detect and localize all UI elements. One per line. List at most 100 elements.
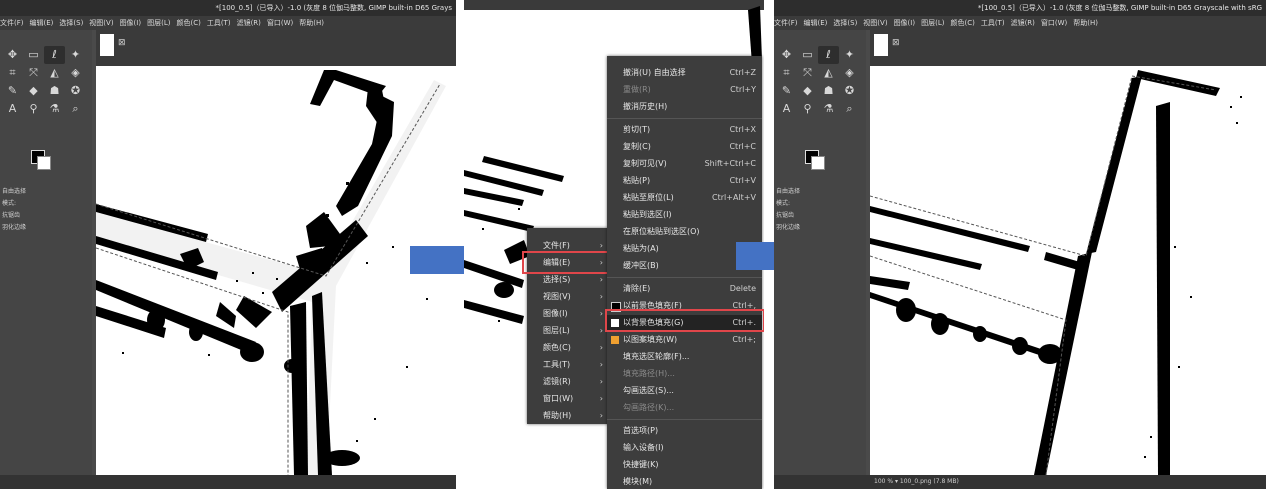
smudge-icon[interactable]: ☗	[818, 82, 839, 100]
main-menu-help[interactable]: 帮助(H) ›	[527, 408, 609, 424]
image-canvas[interactable]	[870, 66, 1266, 475]
copy-item[interactable]: 复制(C) Ctrl+C	[607, 139, 762, 155]
menu-file[interactable]: 文件(F)	[0, 19, 24, 27]
antialias-checkbox[interactable]: 抗锯齿	[774, 210, 866, 222]
menu-view[interactable]: 视图(V)	[89, 19, 113, 27]
menu-layer[interactable]: 图层(L)	[921, 19, 944, 27]
main-menu-view[interactable]: 视图(V) ›	[527, 289, 609, 305]
lasso-icon[interactable]: ℓ	[44, 46, 65, 64]
eraser-icon[interactable]: ◆	[23, 82, 44, 100]
clone-icon[interactable]: ✪	[65, 82, 86, 100]
crop-icon[interactable]: ⌗	[2, 64, 23, 82]
menu-tools[interactable]: 工具(T)	[981, 19, 1005, 27]
transform-icon[interactable]: ⤧	[797, 64, 818, 82]
main-menu-windows[interactable]: 窗口(W) ›	[527, 391, 609, 407]
menu-layer[interactable]: 图层(L)	[147, 19, 170, 27]
menu-select[interactable]: 选择(S)	[833, 19, 857, 27]
menu-filters[interactable]: 滤镜(R)	[1011, 19, 1035, 27]
path-icon[interactable]: ⚲	[797, 100, 818, 118]
close-icon[interactable]: ⊠	[892, 38, 900, 48]
background-color[interactable]	[811, 156, 825, 170]
rect-select-icon[interactable]: ▭	[797, 46, 818, 64]
menu-edit[interactable]: 编辑(E)	[804, 19, 828, 27]
lasso-icon[interactable]: ℓ	[818, 46, 839, 64]
close-icon[interactable]: ⊠	[118, 38, 126, 48]
menu-file[interactable]: 文件(F)	[774, 19, 798, 27]
main-menu-filters[interactable]: 滤镜(R) ›	[527, 374, 609, 390]
main-menu-tools[interactable]: 工具(T) ›	[527, 357, 609, 373]
tool-grid: ✥ ▭ ℓ ✦ ⌗ ⤧ ◭ ◈ ✎ ◆ ☗ ✪ A ⚲ ⚗ ⌕	[2, 46, 88, 118]
fill-selection-outline-item[interactable]: 填充选区轮廓(F)...	[607, 349, 762, 365]
menu-help[interactable]: 帮助(H)	[299, 19, 324, 27]
undo-history-item[interactable]: 撤消历史(H)	[607, 99, 762, 115]
modules-item[interactable]: 模块(M)	[607, 474, 762, 489]
paste-item[interactable]: 粘贴(P) Ctrl+V	[607, 173, 762, 189]
context-menu-screenshot: 文件(F) › 编辑(E) › 选择(S) › 视图(V) › 图像(I) › 图层(L)…	[464, 0, 764, 489]
zoom-icon[interactable]: ⌕	[839, 100, 860, 118]
menu-image[interactable]: 图像(I)	[120, 19, 142, 27]
menu-filters[interactable]: 滤镜(R)	[237, 19, 261, 27]
input-devices-item[interactable]: 输入设备(I)	[607, 440, 762, 456]
feather-checkbox[interactable]: 羽化边缘	[0, 222, 92, 234]
stroke-path-item[interactable]: 勾画路径(K)...	[607, 400, 762, 416]
warp-icon[interactable]: ◭	[44, 64, 65, 82]
rect-select-icon[interactable]: ▭	[23, 46, 44, 64]
move-icon[interactable]: ✥	[776, 46, 797, 64]
image-thumbnail[interactable]	[874, 34, 888, 56]
background-color[interactable]	[37, 156, 51, 170]
paste-in-place-item[interactable]: 粘贴至原位(L) Ctrl+Alt+V	[607, 190, 762, 206]
menu-windows[interactable]: 窗口(W)	[267, 19, 293, 27]
copy-visible-item[interactable]: 复制可见(V) Shift+Ctrl+C	[607, 156, 762, 172]
redo-item[interactable]: 重做(R) Ctrl+Y	[607, 82, 762, 98]
move-icon[interactable]: ✥	[2, 46, 23, 64]
image-thumbnail[interactable]	[100, 34, 114, 56]
path-icon[interactable]: ⚲	[23, 100, 44, 118]
paste-into-selection-item[interactable]: 粘贴到选区(I)	[607, 207, 762, 223]
keyboard-shortcuts-item[interactable]: 快捷键(K)	[607, 457, 762, 473]
stroke-selection-item[interactable]: 勾画选区(S)...	[607, 383, 762, 399]
color-swatches[interactable]	[31, 150, 63, 174]
fill-path-item[interactable]: 填充路径(H)...	[607, 366, 762, 382]
main-menu-image[interactable]: 图像(I) ›	[527, 306, 609, 322]
color-picker-icon[interactable]: ⚗	[818, 100, 839, 118]
text-icon[interactable]: A	[2, 100, 23, 118]
menu-colors[interactable]: 颜色(C)	[950, 19, 974, 27]
bucket-fill-icon[interactable]: ◈	[65, 64, 86, 82]
main-menu-select[interactable]: 选择(S) ›	[527, 272, 609, 288]
menu-colors[interactable]: 颜色(C)	[176, 19, 200, 27]
fill-pattern-item[interactable]: 以图案填充(W) Ctrl+;	[607, 332, 762, 348]
zoom-icon[interactable]: ⌕	[65, 100, 86, 118]
menubar: 文件(F) 编辑(E) 选择(S) 视图(V) 图像(I) 图层(L) 颜色(C) 工具(T)…	[0, 16, 456, 30]
toolbox: ✥ ▭ ℓ ✦ ⌗ ⤧ ◭ ◈ ✎ ◆ ☗ ✪ A ⚲ ⚗ ⌕ 自由选择 模式:…	[774, 30, 866, 489]
crop-icon[interactable]: ⌗	[776, 64, 797, 82]
gimp-window-before: *[100_0.5]（已导入）-1.0 (灰度 8 位伽马整数, GIMP bu…	[0, 0, 456, 489]
feather-checkbox[interactable]: 羽化边缘	[774, 222, 866, 234]
color-picker-icon[interactable]: ⚗	[44, 100, 65, 118]
smudge-icon[interactable]: ☗	[44, 82, 65, 100]
fuzzy-select-icon[interactable]: ✦	[65, 46, 86, 64]
menu-windows[interactable]: 窗口(W)	[1041, 19, 1067, 27]
main-menu-layer[interactable]: 图层(L) ›	[527, 323, 609, 339]
bucket-fill-icon[interactable]: ◈	[839, 64, 860, 82]
color-swatches[interactable]	[805, 150, 837, 174]
menu-select[interactable]: 选择(S)	[59, 19, 83, 27]
cut-item[interactable]: 剪切(T) Ctrl+X	[607, 122, 762, 138]
text-icon[interactable]: A	[776, 100, 797, 118]
transform-icon[interactable]: ⤧	[23, 64, 44, 82]
antialias-checkbox[interactable]: 抗锯齿	[0, 210, 92, 222]
preferences-item[interactable]: 首选项(P)	[607, 423, 762, 439]
clone-icon[interactable]: ✪	[839, 82, 860, 100]
paintbrush-icon[interactable]: ✎	[776, 82, 797, 100]
menu-view[interactable]: 视图(V)	[863, 19, 887, 27]
eraser-icon[interactable]: ◆	[797, 82, 818, 100]
paintbrush-icon[interactable]: ✎	[2, 82, 23, 100]
warp-icon[interactable]: ◭	[818, 64, 839, 82]
menu-edit[interactable]: 编辑(E)	[30, 19, 54, 27]
fuzzy-select-icon[interactable]: ✦	[839, 46, 860, 64]
menu-image[interactable]: 图像(I)	[894, 19, 916, 27]
main-menu-colors[interactable]: 颜色(C) ›	[527, 340, 609, 356]
undo-item[interactable]: 撤消(U) 自由选择 Ctrl+Z	[607, 65, 762, 81]
menu-help[interactable]: 帮助(H)	[1073, 19, 1098, 27]
image-canvas[interactable]	[96, 66, 456, 475]
menu-tools[interactable]: 工具(T)	[207, 19, 231, 27]
